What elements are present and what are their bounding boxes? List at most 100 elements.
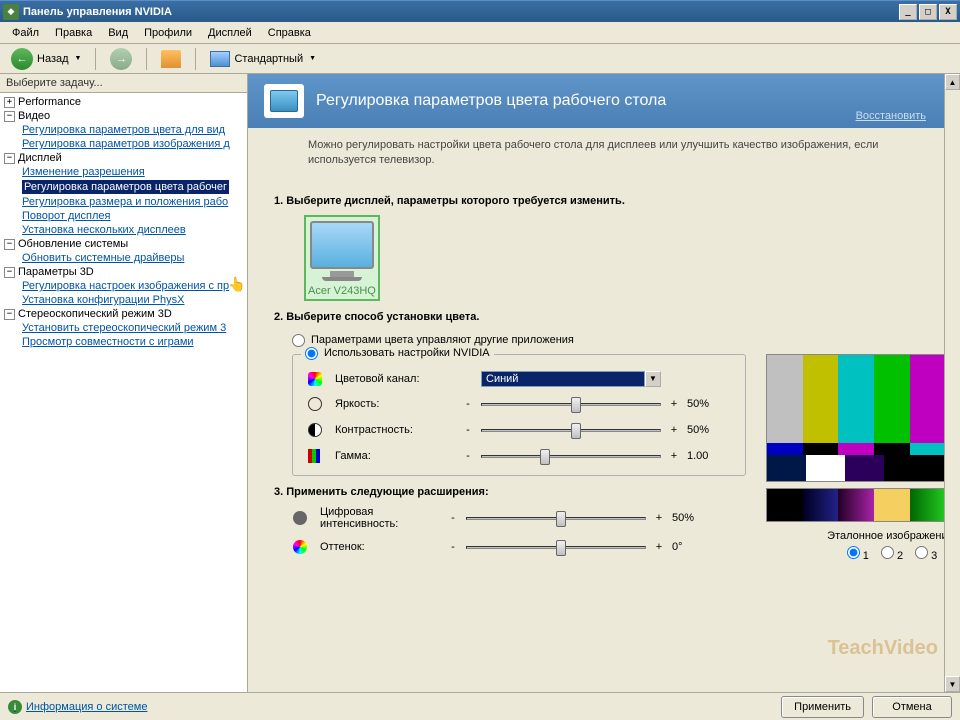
menu-profiles[interactable]: Профили [136, 25, 200, 41]
hue-label: Оттенок: [320, 541, 440, 553]
window-title: Панель управления NVIDIA [23, 6, 899, 18]
gradient-preview [766, 488, 960, 522]
digital-value: 50% [672, 512, 716, 524]
menu-display[interactable]: Дисплей [200, 25, 260, 41]
system-info-link[interactable]: i Информация о системе [8, 700, 147, 714]
apply-button[interactable]: Применить [781, 696, 864, 718]
gamma-slider[interactable] [481, 447, 661, 465]
chevron-down-icon[interactable]: ▼ [645, 371, 661, 387]
gamma-label: Гамма: [335, 450, 455, 462]
home-button[interactable] [154, 47, 188, 71]
ref-radio-1[interactable]: 1 [847, 546, 869, 562]
forward-button[interactable]: → [103, 45, 139, 73]
tree-item-resolution[interactable]: Изменение разрешения [2, 165, 245, 179]
tree-item-desktop-color[interactable]: Регулировка параметров цвета рабочег [2, 179, 245, 195]
hue-slider[interactable] [466, 538, 646, 556]
gamma-icon [307, 448, 323, 464]
tree-node-display[interactable]: −Дисплей [2, 151, 245, 165]
collapse-icon[interactable]: − [4, 111, 15, 122]
section3-title: 3. Применить следующие расширения: [274, 486, 746, 498]
tree-item-3d-image[interactable]: Регулировка настроек изображения с пр [2, 279, 245, 293]
gamma-value: 1.00 [687, 450, 731, 462]
view-icon [210, 51, 230, 67]
chevron-down-icon: ▼ [75, 55, 82, 62]
nvidia-settings-group: Использовать настройки NVIDIA Цветовой к… [292, 354, 746, 476]
digital-slider[interactable] [466, 509, 646, 527]
menu-edit[interactable]: Правка [47, 25, 100, 41]
cancel-button[interactable]: Отмена [872, 696, 952, 718]
reference-panel: Эталонное изображение: 1 2 3 [766, 354, 960, 562]
hue-icon [292, 539, 308, 555]
minimize-button[interactable]: _ [899, 4, 917, 20]
info-icon: i [8, 700, 22, 714]
banner-monitor-icon [264, 84, 304, 118]
expand-icon[interactable]: + [4, 97, 15, 108]
back-button[interactable]: ← Назад ▼ [4, 45, 88, 73]
tree-item-update-drivers[interactable]: Обновить системные драйверы [2, 251, 245, 265]
hue-value: 0° [672, 541, 716, 553]
scroll-up-icon[interactable]: ▲ [945, 74, 960, 90]
brightness-slider[interactable] [481, 395, 661, 413]
menu-view[interactable]: Вид [100, 25, 136, 41]
channel-label: Цветовой канал: [335, 373, 455, 385]
radio-input[interactable] [292, 334, 305, 347]
app-icon: ◆ [3, 4, 19, 20]
page-title: Регулировка параметров цвета рабочего ст… [316, 92, 666, 110]
brightness-icon [307, 396, 323, 412]
tree-node-3d[interactable]: −Параметры 3D [2, 265, 245, 279]
tree-item-set-stereo[interactable]: Установить стереоскопический режим 3 [2, 321, 245, 335]
radio-nvidia[interactable]: Использовать настройки NVIDIA [301, 347, 494, 360]
brightness-value: 50% [687, 398, 731, 410]
tree-item-game-compat[interactable]: Просмотр совместности с играми [2, 335, 245, 349]
section1-title: 1. Выберите дисплей, параметры которого … [274, 195, 918, 207]
channel-icon [307, 371, 323, 387]
statusbar: i Информация о системе Применить Отмена [0, 692, 960, 720]
menu-help[interactable]: Справка [260, 25, 319, 41]
menu-file[interactable]: Файл [4, 25, 47, 41]
contrast-slider[interactable] [481, 421, 661, 439]
digital-intensity-icon [292, 510, 308, 526]
tree-item-physx[interactable]: Установка конфигурации PhysX [2, 293, 245, 307]
tree-item-video-image[interactable]: Регулировка параметров изображения д [2, 137, 245, 151]
collapse-icon[interactable]: − [4, 309, 15, 320]
channel-value: Синий [481, 371, 645, 387]
ref-radio-3[interactable]: 3 [915, 546, 937, 562]
sidebar-header: Выберите задачу... [0, 74, 247, 93]
tree-item-size-position[interactable]: Регулировка размера и положения рабо [2, 195, 245, 209]
tree-item-video-color[interactable]: Регулировка параметров цвета для вид [2, 123, 245, 137]
tree-node-video[interactable]: −Видео [2, 109, 245, 123]
monitor-label: Acer V243HQ [308, 285, 376, 297]
maximize-button[interactable]: □ [919, 4, 937, 20]
scrollbar[interactable]: ▲ ▼ [944, 74, 960, 692]
tree-node-sysupdate[interactable]: −Обновление системы [2, 237, 245, 251]
collapse-icon[interactable]: − [4, 153, 15, 164]
close-button[interactable]: X [939, 4, 957, 20]
colorbar-preview [766, 354, 960, 482]
section2-title: 2. Выберите способ установки цвета. [274, 311, 918, 323]
sidebar: Выберите задачу... +Performance −Видео Р… [0, 74, 248, 692]
scroll-down-icon[interactable]: ▼ [945, 676, 960, 692]
separator [95, 48, 96, 70]
tree-item-rotate[interactable]: Поворот дисплея [2, 209, 245, 223]
reference-label: Эталонное изображение: [766, 530, 960, 542]
radio-input[interactable] [305, 347, 318, 360]
brightness-label: Яркость: [335, 398, 455, 410]
collapse-icon[interactable]: − [4, 239, 15, 250]
collapse-icon[interactable]: − [4, 267, 15, 278]
contrast-label: Контрастность: [335, 424, 455, 436]
contrast-icon [307, 422, 323, 438]
tree-node-stereo[interactable]: −Стереоскопический режим 3D [2, 307, 245, 321]
forward-arrow-icon: → [110, 48, 132, 70]
page-description: Можно регулировать настройки цвета рабоч… [248, 128, 944, 179]
view-mode-button[interactable]: Стандартный ▼ [203, 48, 323, 70]
ref-radio-2[interactable]: 2 [881, 546, 903, 562]
menubar: Файл Правка Вид Профили Дисплей Справка [0, 22, 960, 44]
separator [195, 48, 196, 70]
toolbar: ← Назад ▼ → Стандартный ▼ [0, 44, 960, 74]
contrast-value: 50% [687, 424, 731, 436]
tree-item-multi-display[interactable]: Установка нескольких дисплеев [2, 223, 245, 237]
restore-link[interactable]: Восстановить [856, 110, 926, 122]
monitor-item[interactable]: Acer V243HQ [304, 215, 380, 301]
channel-combo[interactable]: Синий ▼ [481, 371, 661, 387]
tree-node-performance[interactable]: +Performance [2, 95, 245, 109]
